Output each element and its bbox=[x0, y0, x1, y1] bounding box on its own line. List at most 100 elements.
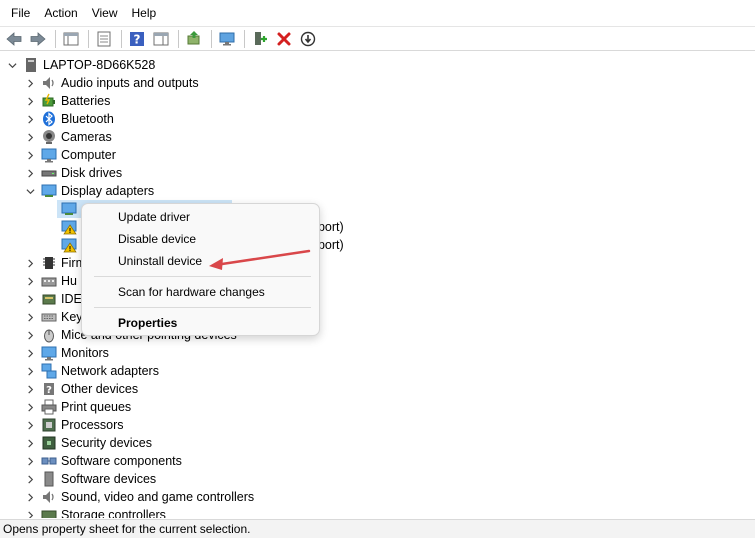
tree-item-software-devices[interactable]: Software devices bbox=[23, 470, 156, 488]
forward-arrow-icon[interactable] bbox=[27, 28, 49, 50]
tree-item-disk-drives[interactable]: Disk drives bbox=[23, 164, 122, 182]
chevron-right-icon[interactable] bbox=[23, 164, 37, 182]
disable-device-icon[interactable] bbox=[297, 28, 319, 50]
monitor-icon bbox=[41, 147, 57, 163]
uninstall-x-icon[interactable] bbox=[273, 28, 295, 50]
chevron-right-icon[interactable] bbox=[23, 380, 37, 398]
chevron-down-icon[interactable] bbox=[23, 182, 37, 200]
monitor-icon bbox=[41, 345, 57, 361]
action-pane-icon[interactable] bbox=[150, 28, 172, 50]
chevron-right-icon[interactable] bbox=[23, 488, 37, 506]
chevron-right-icon[interactable] bbox=[23, 326, 37, 344]
menu-bar: File Action View Help bbox=[0, 0, 755, 26]
menu-separator bbox=[94, 307, 311, 308]
chevron-right-icon[interactable] bbox=[23, 416, 37, 434]
display-adapter-warning-1[interactable] bbox=[57, 218, 81, 236]
chevron-right-icon[interactable] bbox=[23, 92, 37, 110]
tree-item-audio[interactable]: Audio inputs and outputs bbox=[23, 74, 199, 92]
tree-item-hid[interactable]: Hu bbox=[23, 272, 77, 290]
menu-separator bbox=[94, 276, 311, 277]
tree-item-print-queues[interactable]: Print queues bbox=[23, 398, 131, 416]
menu-item-scan-hardware[interactable]: Scan for hardware changes bbox=[118, 283, 265, 301]
tree-item-label: Software devices bbox=[61, 472, 157, 486]
chevron-right-icon[interactable] bbox=[23, 74, 37, 92]
display-adapter-warning-2[interactable] bbox=[57, 236, 81, 254]
tree-item-label: Display adapters bbox=[61, 184, 155, 198]
display-adapter-warning-icon bbox=[61, 237, 77, 253]
chevron-right-icon[interactable] bbox=[23, 110, 37, 128]
tree-item-software-components[interactable]: Software components bbox=[23, 452, 182, 470]
chevron-right-icon[interactable] bbox=[23, 470, 37, 488]
chevron-right-icon[interactable] bbox=[23, 506, 37, 518]
other-devices-icon: ? bbox=[41, 381, 57, 397]
chevron-right-icon[interactable] bbox=[23, 254, 37, 272]
tree-item-label: Print queues bbox=[61, 400, 132, 414]
svg-text:?: ? bbox=[46, 385, 52, 396]
tree-item-label: Other devices bbox=[61, 382, 139, 396]
tree-item-cameras[interactable]: Cameras bbox=[23, 128, 112, 146]
chevron-right-icon[interactable] bbox=[23, 290, 37, 308]
tree-item-label: Hu bbox=[61, 274, 77, 288]
tree-item-sound[interactable]: Sound, video and game controllers bbox=[23, 488, 254, 506]
menu-item-properties[interactable]: Properties bbox=[118, 314, 177, 332]
tree-root[interactable]: LAPTOP-8D66K528 bbox=[5, 56, 155, 74]
tree-item-label: Security devices bbox=[61, 436, 153, 450]
tree-item-security-devices[interactable]: Security devices bbox=[23, 434, 152, 452]
toolbar-separator bbox=[244, 29, 245, 48]
speaker-icon bbox=[41, 489, 57, 505]
tree-item-ide[interactable]: IDE bbox=[23, 290, 82, 308]
back-arrow-icon[interactable] bbox=[3, 28, 25, 50]
tree-item-processors[interactable]: Processors bbox=[23, 416, 124, 434]
menu-file[interactable]: File bbox=[4, 0, 37, 26]
scan-hardware-icon[interactable] bbox=[216, 28, 238, 50]
tree-item-keyboards[interactable]: Key bbox=[23, 308, 83, 326]
menu-item-update-driver[interactable]: Update driver bbox=[118, 208, 190, 226]
ide-controller-icon bbox=[41, 291, 57, 307]
toolbar-separator bbox=[121, 29, 122, 48]
keyboard-icon bbox=[41, 309, 57, 325]
console-tree-icon[interactable] bbox=[60, 28, 82, 50]
tree-item-label: Software components bbox=[61, 454, 182, 468]
chevron-right-icon[interactable] bbox=[23, 344, 37, 362]
tree-item-storage-controllers[interactable]: Storage controllers bbox=[23, 506, 166, 518]
chevron-right-icon[interactable] bbox=[23, 272, 37, 290]
toolbar-separator bbox=[178, 29, 179, 48]
battery-icon bbox=[41, 93, 57, 109]
display-adapter-warning-icon bbox=[61, 219, 77, 235]
speaker-icon bbox=[41, 75, 57, 91]
enable-device-icon[interactable] bbox=[249, 28, 271, 50]
tree-item-firmware[interactable]: Firm bbox=[23, 254, 86, 272]
tree-item-label: IDE bbox=[61, 292, 82, 306]
tree-item-other-devices[interactable]: ? Other devices bbox=[23, 380, 138, 398]
svg-text:?: ? bbox=[134, 32, 141, 46]
chevron-right-icon[interactable] bbox=[23, 434, 37, 452]
chevron-down-icon[interactable] bbox=[5, 56, 19, 74]
network-adapter-icon bbox=[41, 363, 57, 379]
tree-item-display-adapters[interactable]: Display adapters bbox=[23, 182, 154, 200]
chevron-right-icon[interactable] bbox=[23, 128, 37, 146]
menu-item-disable-device[interactable]: Disable device bbox=[118, 230, 196, 248]
menu-help[interactable]: Help bbox=[125, 0, 164, 26]
tree-item-batteries[interactable]: Batteries bbox=[23, 92, 110, 110]
tree-item-network-adapters[interactable]: Network adapters bbox=[23, 362, 159, 380]
help-icon[interactable]: ? bbox=[126, 28, 148, 50]
chevron-right-icon[interactable] bbox=[23, 452, 37, 470]
storage-controller-icon bbox=[41, 507, 57, 518]
status-bar: Opens property sheet for the current sel… bbox=[0, 519, 755, 538]
display-adapter-icon bbox=[41, 183, 57, 199]
printer-icon bbox=[41, 399, 57, 415]
update-driver-icon[interactable] bbox=[183, 28, 205, 50]
tree-item-monitors[interactable]: Monitors bbox=[23, 344, 109, 362]
display-adapter-icon bbox=[61, 201, 77, 217]
menu-item-uninstall-device[interactable]: Uninstall device bbox=[118, 252, 202, 270]
menu-action[interactable]: Action bbox=[37, 0, 84, 26]
properties-icon[interactable] bbox=[93, 28, 115, 50]
chevron-right-icon[interactable] bbox=[23, 146, 37, 164]
tree-item-computer[interactable]: Computer bbox=[23, 146, 116, 164]
chevron-right-icon[interactable] bbox=[23, 362, 37, 380]
chevron-right-icon[interactable] bbox=[23, 308, 37, 326]
tree-item-label: Cameras bbox=[61, 130, 112, 144]
menu-view[interactable]: View bbox=[85, 0, 125, 26]
chevron-right-icon[interactable] bbox=[23, 398, 37, 416]
tree-item-bluetooth[interactable]: Bluetooth bbox=[23, 110, 114, 128]
